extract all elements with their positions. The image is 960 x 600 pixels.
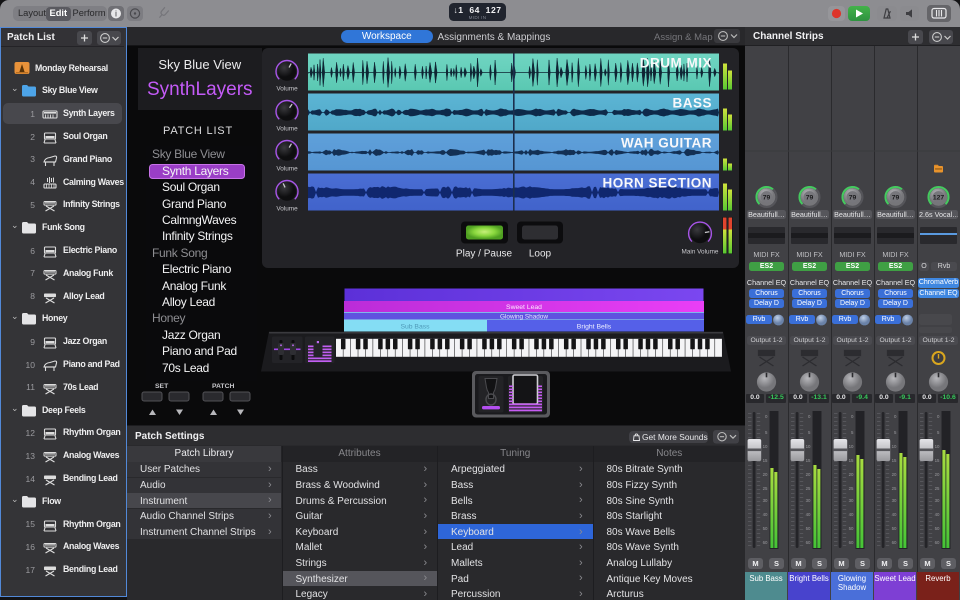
svg-text:20: 20 [892,472,897,477]
svg-text:0: 0 [894,414,897,419]
svg-text:30: 30 [892,498,897,503]
svg-text:60: 60 [763,540,768,545]
svg-text:15: 15 [763,458,768,463]
svg-text:15: 15 [806,458,811,463]
svg-text:20: 20 [763,472,768,477]
svg-text:10: 10 [892,444,897,449]
svg-text:79: 79 [849,195,857,202]
svg-text:15: 15 [849,458,854,463]
svg-text:60: 60 [806,540,811,545]
svg-text:25: 25 [849,486,854,491]
svg-text:10: 10 [763,444,768,449]
svg-text:25: 25 [763,486,768,491]
svg-text:60: 60 [935,540,940,545]
svg-text:Sweet Lead: Sweet Lead [506,304,542,311]
svg-text:50: 50 [935,526,940,531]
svg-text:40: 40 [806,512,811,517]
svg-text:30: 30 [806,498,811,503]
svg-text:5: 5 [765,430,768,435]
svg-text:79: 79 [806,195,814,202]
svg-text:10: 10 [806,444,811,449]
svg-text:30: 30 [763,498,768,503]
svg-text:Bright Bells: Bright Bells [577,323,612,330]
svg-text:5: 5 [851,430,854,435]
svg-text:79: 79 [763,195,771,202]
svg-text:25: 25 [806,486,811,491]
svg-text:20: 20 [806,472,811,477]
svg-text:40: 40 [892,512,897,517]
svg-text:50: 50 [849,526,854,531]
svg-text:15: 15 [935,458,940,463]
svg-text:10: 10 [849,444,854,449]
svg-text:5: 5 [937,430,940,435]
svg-text:60: 60 [892,540,897,545]
svg-text:20: 20 [935,472,940,477]
svg-text:50: 50 [763,526,768,531]
svg-text:Glowing Shadow: Glowing Shadow [500,313,548,320]
svg-text:10: 10 [935,444,940,449]
svg-text:Sub Bass: Sub Bass [400,323,430,330]
svg-text:40: 40 [763,512,768,517]
svg-text:0: 0 [808,414,811,419]
svg-text:25: 25 [892,486,897,491]
svg-text:15: 15 [892,458,897,463]
svg-text:25: 25 [935,486,940,491]
svg-text:40: 40 [849,512,854,517]
svg-text:30: 30 [935,498,940,503]
svg-text:0: 0 [765,414,768,419]
svg-text:i: i [115,9,117,18]
svg-text:0: 0 [851,414,854,419]
svg-text:79: 79 [892,195,900,202]
svg-text:127: 127 [933,195,945,202]
svg-text:30: 30 [849,498,854,503]
svg-text:50: 50 [806,526,811,531]
svg-text:40: 40 [935,512,940,517]
svg-text:0: 0 [937,414,940,419]
svg-text:50: 50 [892,526,897,531]
svg-text:20: 20 [849,472,854,477]
svg-text:5: 5 [808,430,811,435]
svg-text:60: 60 [849,540,854,545]
svg-text:5: 5 [894,430,897,435]
